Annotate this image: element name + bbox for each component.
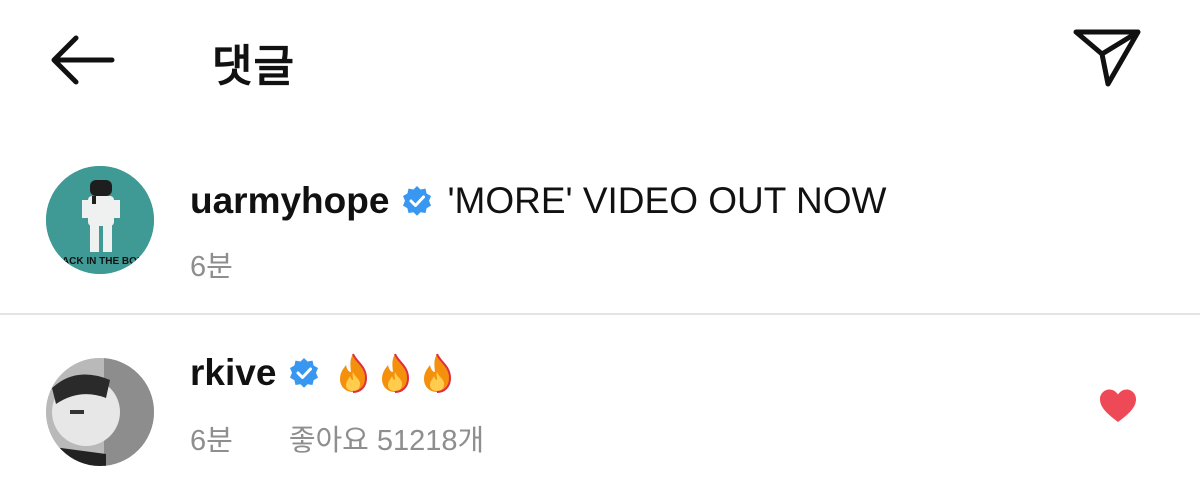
comment-meta: 6분 [190,243,233,285]
comment-text: 'MORE' VIDEO OUT NOW [447,180,887,221]
paper-plane-icon [1073,29,1141,87]
emoji-group [334,352,460,394]
divider [0,313,1200,315]
verified-badge-icon [403,186,432,216]
comment-line: uarmyhope 'MORE' VIDEO OUT NOW [190,180,886,222]
username[interactable]: rkive [190,352,276,394]
heart-icon [1100,389,1136,422]
header-bar: 댓글 [0,0,1200,130]
arrow-left-icon [51,35,115,85]
comment-line: rkive [190,352,460,394]
timestamp: 6분 [190,251,233,283]
likes-count[interactable]: 좋아요 51218개 [289,417,484,459]
like-button[interactable] [1098,388,1138,424]
fire-icon [382,353,410,393]
timestamp: 6분 [190,425,233,457]
page-title: 댓글 [212,42,295,91]
avatar[interactable]: JACK IN THE BOX [46,166,154,274]
back-button[interactable] [40,26,124,94]
username[interactable]: uarmyhope [190,180,389,222]
comment-meta: 6분 좋아요 51218개 [190,417,484,459]
share-button[interactable] [1070,24,1144,90]
avatar[interactable] [46,358,154,466]
fire-icon [424,353,452,393]
verified-badge-icon [290,358,319,388]
fire-icon [340,353,368,393]
avatar-image [46,358,154,466]
avatar-text: JACK IN THE BOX [56,256,144,267]
